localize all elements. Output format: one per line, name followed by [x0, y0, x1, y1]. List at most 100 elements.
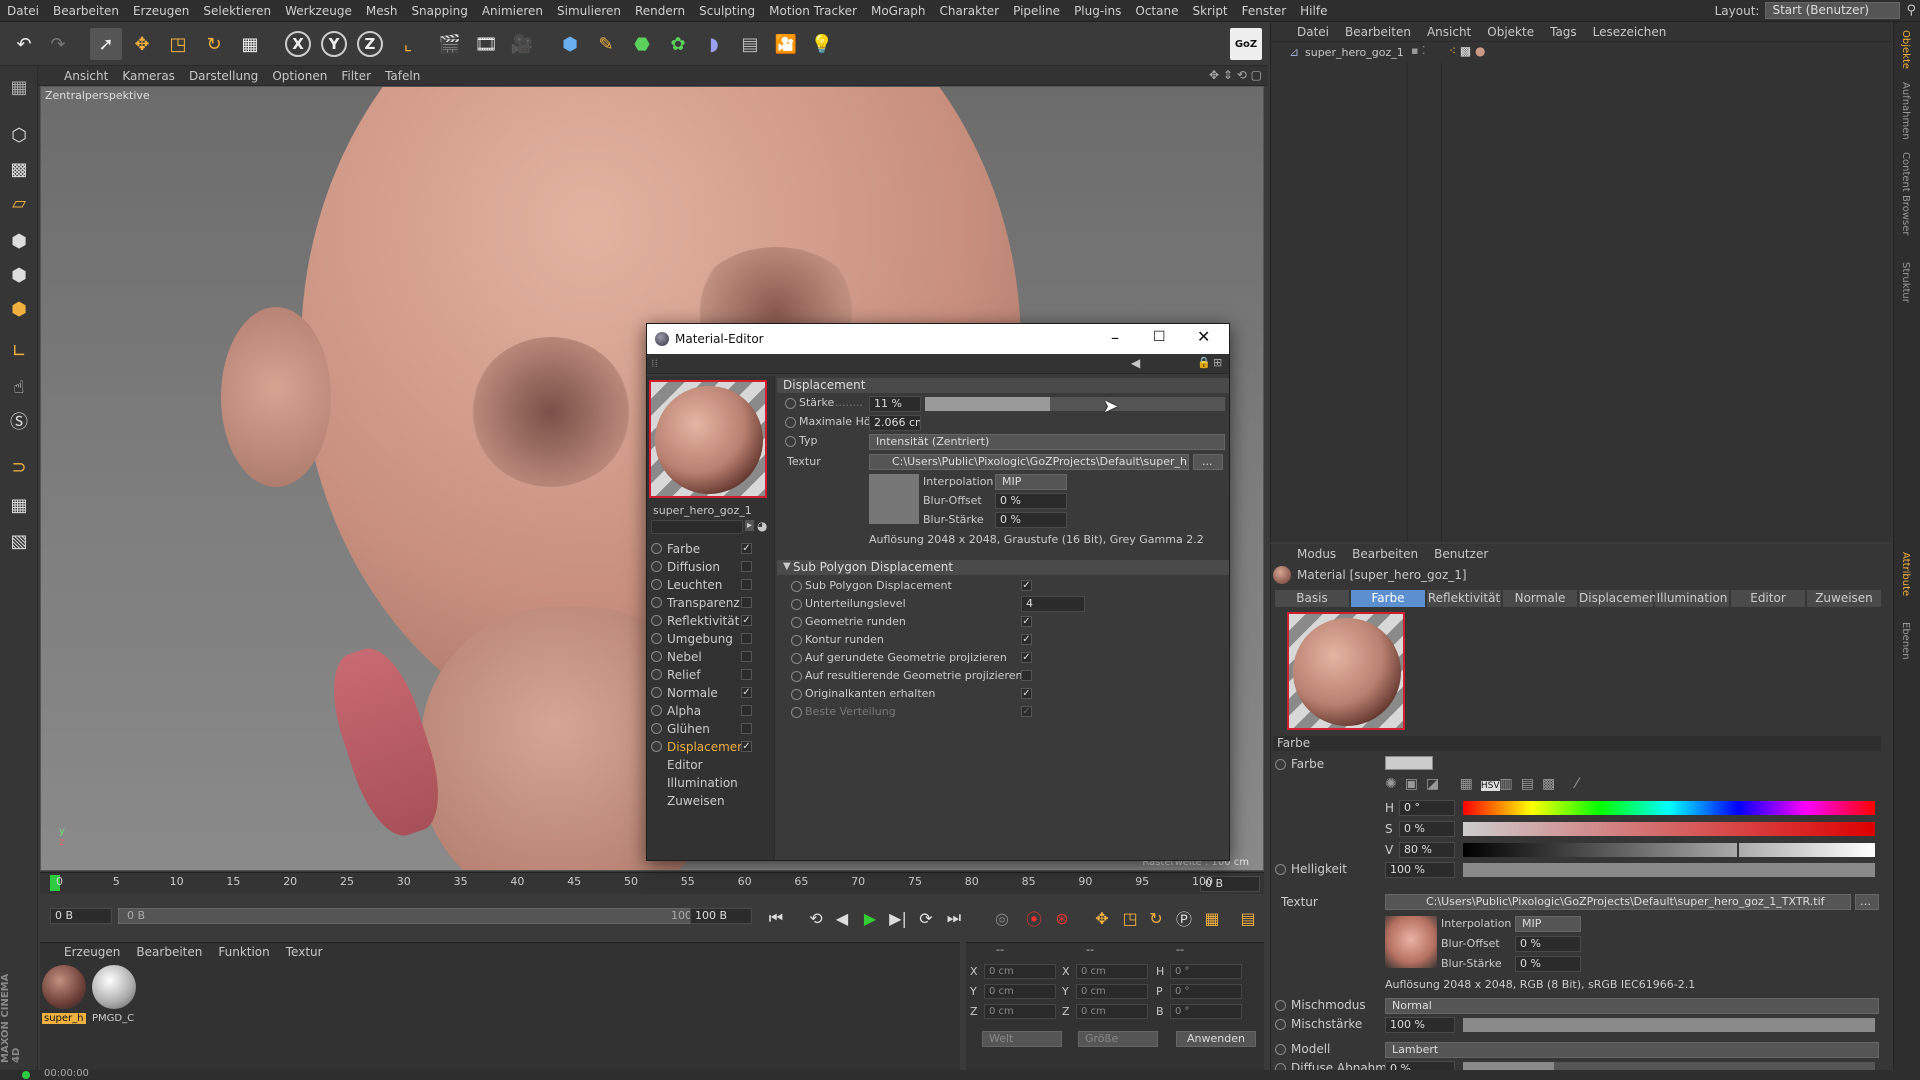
sub-option-checkbox[interactable]: ✓ [1021, 634, 1032, 645]
attr-bluroff-field[interactable]: 0 % [1515, 936, 1581, 952]
start-frame-field[interactable]: 0 B [50, 908, 112, 924]
minimize-icon[interactable]: – [1111, 328, 1119, 347]
prev-frame-icon[interactable]: ◀ [830, 906, 854, 930]
menu-plugins[interactable]: Plug-ins [1067, 0, 1128, 22]
sub-option-radio[interactable] [791, 653, 802, 664]
keyframe-icon[interactable]: ◎ [990, 906, 1014, 930]
menu-motion-tracker[interactable]: Motion Tracker [762, 0, 864, 22]
redo-icon[interactable]: ↷ [42, 28, 74, 60]
am-menu-benutzer[interactable]: Benutzer [1426, 544, 1496, 564]
visibility-dots-icon[interactable]: ▪ ⁚ [1411, 44, 1425, 57]
lock-icon[interactable]: 🔒 [1197, 356, 1211, 369]
channel-radio[interactable] [651, 633, 662, 644]
textur-path-field[interactable]: C:\Users\Public\Pixologic\GoZProjects\De… [1385, 894, 1851, 910]
menu-hilfe[interactable]: Hilfe [1293, 0, 1334, 22]
menu-rendern[interactable]: Rendern [628, 0, 692, 22]
material-name-1[interactable]: super_h [42, 1013, 86, 1024]
om-menu-tags[interactable]: Tags [1542, 22, 1585, 42]
material-preview[interactable] [649, 380, 767, 498]
key-rotation-icon[interactable]: ↻ [1144, 906, 1168, 930]
sub-option-radio[interactable] [791, 635, 802, 646]
material-thumb-1[interactable] [42, 965, 86, 1009]
edges-mode-icon[interactable]: ⬢ [4, 260, 34, 290]
new-window-icon[interactable]: ⊞ [1213, 356, 1222, 369]
back-arrow-icon[interactable]: ◀ [1131, 356, 1140, 370]
sub-option-radio[interactable] [791, 617, 802, 628]
end-frame-field[interactable]: 100 B [690, 908, 752, 924]
saturation-slider[interactable] [1463, 822, 1875, 836]
sub-option-field[interactable]: 4 [1021, 596, 1085, 612]
channel-radio[interactable] [651, 651, 662, 662]
timeline-ruler[interactable]: 0 B 0 5 10 15 20 25 30 35 40 45 50 55 60 65 70 75 80 85 90… [40, 872, 1264, 894]
coordinate-system-icon[interactable]: ⌞ [392, 28, 424, 60]
model-mode-icon[interactable]: ⬡ [4, 120, 34, 150]
channel-item[interactable]: Diffusion [651, 560, 771, 575]
channel-checkbox[interactable] [741, 633, 752, 644]
s-field[interactable]: 0 % [1399, 821, 1455, 837]
om-menu-ansicht[interactable]: Ansicht [1419, 22, 1479, 42]
channel-radio[interactable] [651, 723, 662, 734]
prev-key-icon[interactable]: ⟲ [804, 906, 828, 930]
menu-selektieren[interactable]: Selektieren [196, 0, 278, 22]
value-slider[interactable] [1463, 842, 1875, 858]
make-editable-icon[interactable]: ▦ [4, 72, 34, 102]
channel-checkbox[interactable] [741, 651, 752, 662]
sub-option-checkbox[interactable] [1021, 670, 1032, 681]
key-position-icon[interactable]: ✥ [1090, 906, 1114, 930]
hoehe-anim-radio[interactable] [785, 417, 796, 428]
channel-checkbox[interactable]: ✓ [741, 741, 752, 752]
render-view-icon[interactable]: 🎬 [434, 28, 466, 60]
cloner-icon[interactable]: ✿ [662, 28, 694, 60]
menu-charakter[interactable]: Charakter [932, 0, 1006, 22]
record-icon[interactable]: ⦿ [1022, 906, 1046, 930]
viewport-nav-icons[interactable]: ✥ ⇕ ⟲ ▢ [1209, 68, 1262, 82]
med-blurstr-field[interactable]: 0 % [995, 512, 1067, 528]
textur-browse-button[interactable]: … [1855, 894, 1879, 910]
goto-end-icon[interactable]: ⏭ [942, 906, 966, 930]
mischstaerke-field[interactable]: 100 % [1385, 1017, 1455, 1033]
channel-item[interactable]: Reflektivität ✓ [651, 614, 771, 629]
sub-option-checkbox[interactable]: ✓ [1021, 688, 1032, 699]
rot-h-field[interactable]: 0 ° [1170, 964, 1242, 979]
channel-radio[interactable] [651, 705, 662, 716]
menu-datei[interactable]: Datei [0, 0, 46, 22]
channel-item[interactable]: Transparenz [651, 596, 771, 611]
points-mode-icon[interactable]: ⬢ [4, 226, 34, 256]
side-tab-content-browser[interactable]: Content Browser [1900, 152, 1911, 235]
snap-icon[interactable]: Ⓢ [4, 406, 34, 436]
material-name-label[interactable]: super_hero_goz_1 [653, 504, 752, 517]
next-frame-icon[interactable]: ▶| [886, 906, 910, 930]
menu-animieren[interactable]: Animieren [475, 0, 550, 22]
med-bluroff-field[interactable]: 0 % [995, 493, 1067, 509]
channel-extra-item[interactable]: Editor [667, 758, 703, 772]
v-field[interactable]: 80 % [1399, 842, 1455, 858]
material-name-field[interactable] [651, 520, 743, 534]
channel-radio[interactable] [651, 687, 662, 698]
material-name-2[interactable]: PMGD_C [92, 1013, 134, 1024]
move-tool-icon[interactable]: ✥ [126, 28, 158, 60]
mischmodus-anim-radio[interactable] [1275, 1000, 1286, 1011]
om-menu-lesezeichen[interactable]: Lesezeichen [1585, 22, 1675, 42]
mm-menu-erzeugen[interactable]: Erzeugen [56, 943, 128, 961]
autokey-icon[interactable]: ⊛ [1050, 906, 1074, 930]
channel-item[interactable]: Nebel [651, 650, 771, 665]
med-interp-dropdown[interactable]: MIP [995, 474, 1067, 490]
menu-werkzeuge[interactable]: Werkzeuge [278, 0, 359, 22]
workplane-icon[interactable]: ▱ [4, 188, 34, 218]
menu-octane[interactable]: Octane [1128, 0, 1185, 22]
hue-slider[interactable] [1463, 801, 1875, 815]
channel-item[interactable]: Glühen [651, 722, 771, 737]
key-pla-icon[interactable]: ▦ [1200, 906, 1224, 930]
staerke-anim-radio[interactable] [785, 398, 796, 409]
render-picture-viewer-icon[interactable]: 🎞 [470, 28, 502, 60]
tab-normale[interactable]: Normale [1503, 590, 1577, 607]
recent-tool-icon[interactable]: ▦ [234, 28, 266, 60]
channel-radio[interactable] [651, 597, 662, 608]
menu-fenster[interactable]: Fenster [1235, 0, 1294, 22]
tab-displacement[interactable]: Displacement [1579, 590, 1662, 607]
timeline-window-icon[interactable]: ▤ [1236, 906, 1260, 930]
cube-object-icon[interactable]: ⬢ [554, 28, 586, 60]
tab-farbe[interactable]: Farbe [1351, 590, 1425, 607]
modell-anim-radio[interactable] [1275, 1044, 1286, 1055]
scale-tool-icon[interactable]: ◳ [162, 28, 194, 60]
